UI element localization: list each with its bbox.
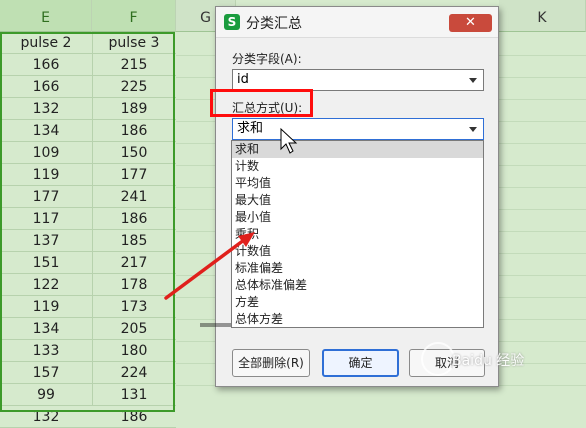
grid-cell[interactable]: 132 xyxy=(0,406,92,428)
grid-cell[interactable]: 186 xyxy=(92,406,176,428)
annotation-arrow xyxy=(164,232,255,300)
annotation-overlay xyxy=(164,127,298,300)
watermark-text: Baidu 经验 xyxy=(452,353,525,369)
watermark-logo-icon xyxy=(421,342,455,376)
mouse-cursor-icon xyxy=(280,127,298,154)
